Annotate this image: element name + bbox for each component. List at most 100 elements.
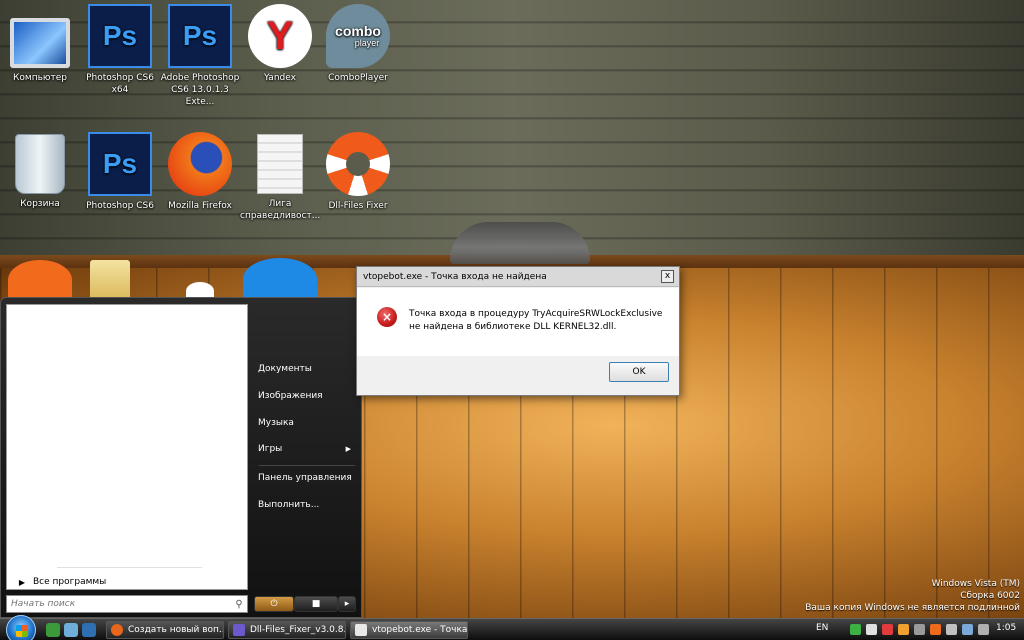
start-menu-separator <box>259 465 355 466</box>
start-menu-item-label: Игры <box>258 444 283 454</box>
start-menu: ▶ Все программы ⚲ Документы Изображения … <box>0 297 362 618</box>
start-menu-item-pictures[interactable]: Изображения <box>253 386 357 406</box>
desktop-icon-comboplayer[interactable]: combo player ComboPlayer <box>318 4 398 84</box>
desktop-icon-label: Лига справедливост... <box>240 199 321 221</box>
photoshop-icon: Ps <box>168 4 232 68</box>
start-menu-item-run[interactable]: Выполнить... <box>253 495 357 515</box>
desktop-icon-dll-files-fixer[interactable]: Dll-Files Fixer <box>318 132 398 212</box>
network-icon[interactable] <box>962 624 973 635</box>
taskbar: Создать новый воп... Dll-Files_Fixer_v3.… <box>0 615 1024 640</box>
watermark-line: Сборка 6002 <box>960 591 1020 601</box>
comboplayer-icon-text: combo <box>335 23 381 39</box>
start-menu-item-label: Документы <box>258 364 312 374</box>
desktop-icon-photoshop-extended[interactable]: Ps Adobe Photoshop CS6 13.0.1.3 Exte... <box>160 4 240 108</box>
dialog-title: vtopebot.exe - Точка входа не найдена <box>363 271 547 282</box>
shutdown-options-button[interactable]: ▸ <box>338 596 356 612</box>
submenu-arrow-icon: ▶ <box>345 445 351 453</box>
photoshop-icon: Ps <box>88 4 152 68</box>
document-icon <box>257 134 303 194</box>
recycle-bin-icon <box>15 134 65 194</box>
taskbar-button-dll-fixer[interactable]: Dll-Files_Fixer_v3.0.8... <box>228 621 346 639</box>
windows-watermark: Windows Vista (TM) Сборка 6002 Ваша копи… <box>805 578 1020 614</box>
start-search-input[interactable] <box>7 596 231 612</box>
wallpaper-chair <box>450 222 590 264</box>
start-menu-item-control-panel[interactable]: Панель управления <box>253 468 357 488</box>
start-menu-separator <box>57 567 202 568</box>
desktop-icon-label: Photoshop CS6 x64 <box>86 73 154 95</box>
ok-button-label: OK <box>632 367 646 377</box>
dialog-message: Точка входа в процедуру TryAcquireSRWLoc… <box>409 309 663 332</box>
desktop-icon-computer[interactable]: Компьютер <box>0 8 80 84</box>
desktop-icon-label: ComboPlayer <box>328 73 388 83</box>
desktop-icon-label: Yandex <box>264 73 296 83</box>
tray-icon[interactable] <box>850 624 861 635</box>
firefox-icon <box>168 132 232 196</box>
desktop-icon-label: Корзина <box>20 199 60 209</box>
close-button[interactable]: x <box>661 270 674 283</box>
ok-button[interactable]: OK <box>609 362 669 382</box>
photoshop-icon: Ps <box>88 132 152 196</box>
taskbar-clock[interactable]: 1:05 <box>996 623 1016 633</box>
start-search-box[interactable]: ⚲ <box>6 595 248 613</box>
watermark-line: Ваша копия Windows не является подлинной <box>805 603 1020 613</box>
lock-button[interactable]: ■ <box>294 596 338 612</box>
tray-icon[interactable] <box>866 624 877 635</box>
start-menu-item-music[interactable]: Музыка <box>253 413 357 433</box>
tray-icon[interactable] <box>898 624 909 635</box>
desktop-icon-label: Компьютер <box>13 73 67 83</box>
window-icon <box>355 624 367 636</box>
error-dialog: vtopebot.exe - Точка входа не найдена x … <box>356 266 680 396</box>
start-button[interactable] <box>6 615 36 640</box>
folder-icon[interactable] <box>90 260 130 300</box>
desktop-icon-liga[interactable]: Лига справедливост... <box>240 132 320 222</box>
taskbar-button-firefox[interactable]: Создать новый воп... <box>106 621 224 639</box>
all-programs-button[interactable]: ▶ Все программы <box>11 575 243 589</box>
app-icon[interactable] <box>243 258 317 300</box>
watermark-line: Windows Vista (TM) <box>931 579 1020 589</box>
desktop-icon-firefox[interactable]: Mozilla Firefox <box>160 132 240 212</box>
start-menu-places-pane: Документы Изображения Музыка Игры ▶ Пане… <box>249 298 361 598</box>
chevron-right-icon: ▸ <box>344 599 350 609</box>
network-icon[interactable] <box>946 624 957 635</box>
desktop-icon-photoshop-cs6[interactable]: Ps Photoshop CS6 <box>80 132 160 212</box>
start-menu-programs-pane: ▶ Все программы <box>6 304 248 590</box>
search-icon[interactable]: ⚲ <box>231 599 247 610</box>
desktop-icon-recycle-bin[interactable]: Корзина <box>0 132 80 210</box>
avast-icon[interactable] <box>8 260 72 300</box>
taskbar-button-vtopebot[interactable]: vtopebot.exe - Точка... <box>350 621 468 639</box>
taskbar-button-label: vtopebot.exe - Точка... <box>372 625 468 635</box>
lock-icon: ■ <box>311 599 321 609</box>
installer-icon <box>233 624 245 636</box>
volume-icon[interactable] <box>978 624 989 635</box>
desktop-icon-yandex[interactable]: Y Yandex <box>240 4 320 84</box>
taskbar-button-label: Dll-Files_Fixer_v3.0.8... <box>250 625 346 635</box>
desktop-icon-label: Adobe Photoshop CS6 13.0.1.3 Exte... <box>160 73 240 107</box>
show-desktop-icon[interactable] <box>64 623 78 637</box>
switch-windows-icon[interactable] <box>82 623 96 637</box>
tray-icon[interactable] <box>882 624 893 635</box>
start-menu-item-label: Выполнить... <box>258 500 320 510</box>
start-menu-item-games[interactable]: Игры ▶ <box>253 439 357 459</box>
quicklaunch-icon[interactable] <box>46 623 60 637</box>
desktop-icon-label: Dll-Files Fixer <box>328 201 388 211</box>
all-programs-label: Все программы <box>33 577 107 587</box>
power-icon: ⏻ <box>270 599 278 609</box>
start-menu-item-label: Изображения <box>258 391 323 401</box>
close-icon: x <box>664 271 671 281</box>
yandex-icon: Y <box>248 4 312 68</box>
desktop-icon-photoshop-x64[interactable]: Ps Photoshop CS6 x64 <box>80 4 160 96</box>
tray-icon[interactable] <box>914 624 925 635</box>
comboplayer-icon: combo player <box>326 4 390 68</box>
tray-icon[interactable] <box>930 624 941 635</box>
dialog-title-bar[interactable]: vtopebot.exe - Точка входа не найдена x <box>357 267 679 287</box>
taskbar-button-label: Создать новый воп... <box>128 625 224 635</box>
start-menu-item-documents[interactable]: Документы <box>253 359 357 379</box>
desktop-icon-label: Photoshop CS6 <box>86 201 154 211</box>
computer-icon <box>10 18 70 68</box>
lifebuoy-icon <box>326 132 390 196</box>
start-menu-item-label: Панель управления <box>258 473 352 483</box>
dialog-body: × Точка входа в процедуру TryAcquireSRWL… <box>357 288 679 356</box>
desktop-icon-label: Mozilla Firefox <box>168 201 232 211</box>
power-button[interactable]: ⏻ <box>254 596 294 612</box>
language-indicator[interactable]: EN <box>816 623 828 633</box>
